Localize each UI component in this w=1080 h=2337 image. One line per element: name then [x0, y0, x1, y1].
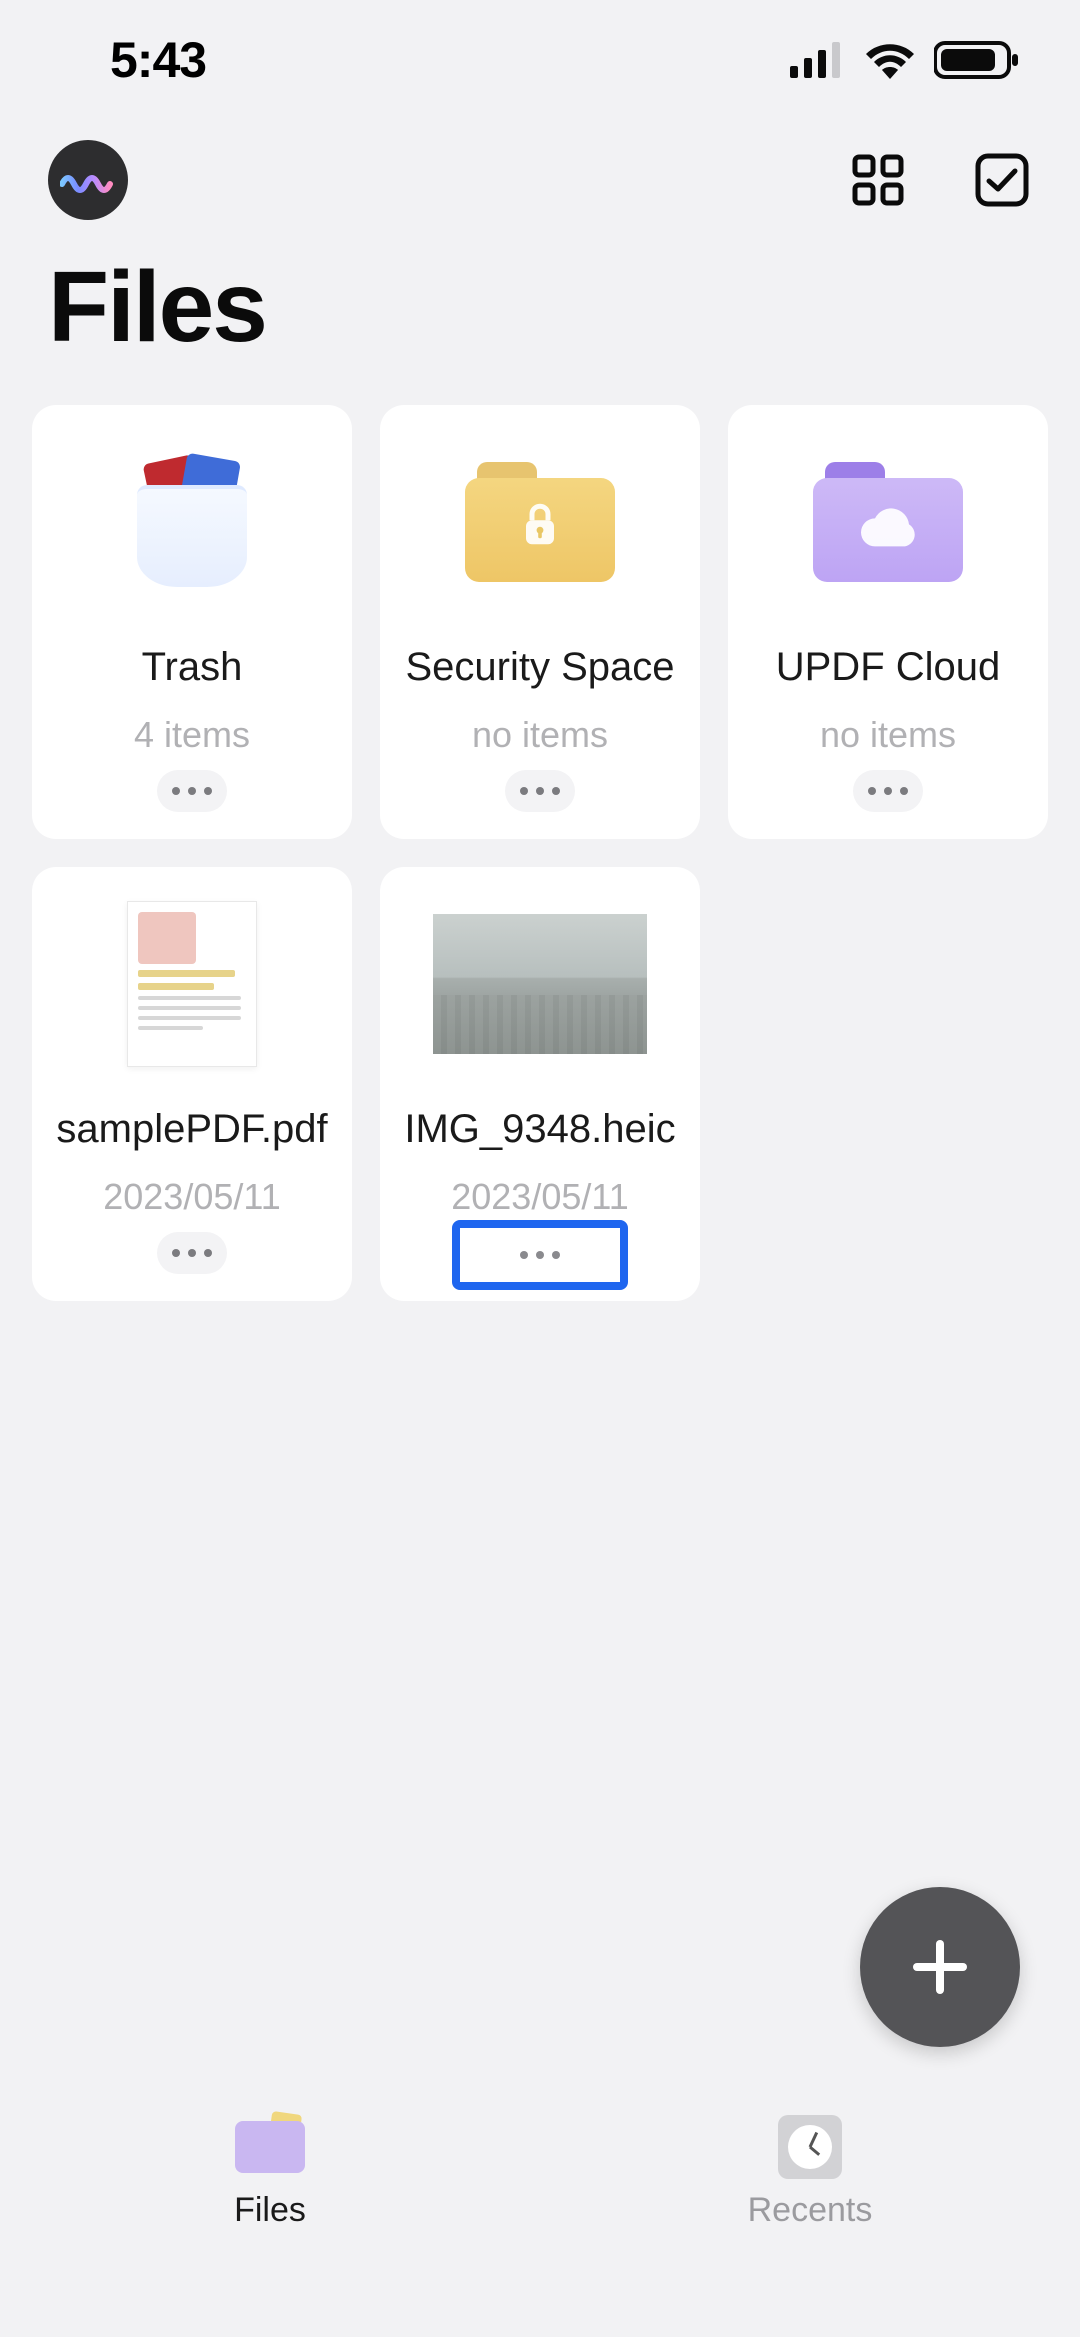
- file-grid: Trash 4 items Security Space no items UP…: [0, 405, 1080, 1301]
- lock-folder-icon: [465, 427, 615, 617]
- folder-name: UPDF Cloud: [728, 645, 1048, 690]
- dots-icon: [172, 787, 212, 795]
- nav-files[interactable]: Files: [0, 2117, 540, 2337]
- wifi-icon: [864, 41, 916, 79]
- folder-name: Trash: [32, 645, 352, 690]
- file-samplepdf[interactable]: samplePDF.pdf 2023/05/11: [32, 867, 352, 1301]
- dots-icon: [520, 1251, 560, 1259]
- file-name: IMG_9348.heic: [380, 1107, 700, 1152]
- view-grid-button[interactable]: [848, 150, 908, 210]
- folder-updf-cloud[interactable]: UPDF Cloud no items: [728, 405, 1048, 839]
- file-date: 2023/05/11: [103, 1176, 281, 1218]
- nav-recents[interactable]: Recents: [540, 2117, 1080, 2337]
- dots-icon: [868, 787, 908, 795]
- trash-icon: [127, 427, 257, 617]
- folder-sub: no items: [820, 714, 956, 756]
- file-img-9348[interactable]: IMG_9348.heic 2023/05/11: [380, 867, 700, 1301]
- files-tab-icon: [235, 2117, 305, 2177]
- add-button[interactable]: [860, 1887, 1020, 2047]
- folder-security-space[interactable]: Security Space no items: [380, 405, 700, 839]
- photo-thumbnail: [433, 889, 647, 1079]
- cloud-folder-icon: [813, 427, 963, 617]
- folder-sub: 4 items: [134, 714, 250, 756]
- status-indicators: [790, 40, 1020, 80]
- app-logo-icon: [60, 166, 116, 194]
- more-button[interactable]: [456, 1224, 624, 1286]
- recents-tab-icon: [778, 2117, 842, 2177]
- header-row: [0, 120, 1080, 220]
- folder-name: Security Space: [380, 645, 700, 690]
- dots-icon: [172, 1249, 212, 1257]
- plus-icon: [905, 1932, 975, 2002]
- battery-icon: [934, 40, 1020, 80]
- file-name: samplePDF.pdf: [32, 1107, 352, 1152]
- dots-icon: [520, 787, 560, 795]
- bottom-nav: Files Recents: [0, 2087, 1080, 2337]
- status-bar: 5:43: [0, 0, 1080, 120]
- file-date: 2023/05/11: [451, 1176, 629, 1218]
- grid-icon: [852, 154, 904, 206]
- page-title: Files: [0, 220, 1080, 405]
- more-button[interactable]: [505, 770, 575, 812]
- folder-sub: no items: [472, 714, 608, 756]
- avatar[interactable]: [48, 140, 128, 220]
- more-button[interactable]: [157, 770, 227, 812]
- nav-label: Files: [234, 2191, 306, 2230]
- checkbox-icon: [975, 153, 1029, 207]
- status-time: 5:43: [110, 31, 206, 89]
- document-icon: [127, 889, 257, 1079]
- nav-label: Recents: [748, 2191, 873, 2230]
- cellular-icon: [790, 42, 846, 78]
- more-button[interactable]: [157, 1232, 227, 1274]
- more-button[interactable]: [853, 770, 923, 812]
- select-button[interactable]: [972, 150, 1032, 210]
- folder-trash[interactable]: Trash 4 items: [32, 405, 352, 839]
